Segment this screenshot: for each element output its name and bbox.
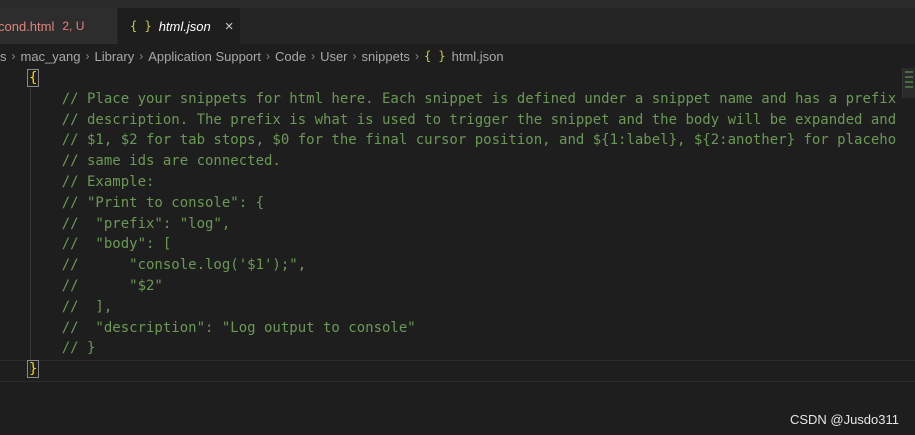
code-line: // ], [28, 298, 113, 315]
minimap-line [905, 76, 913, 78]
close-icon[interactable]: × [225, 18, 234, 35]
code-line: // "body": [ [28, 236, 172, 253]
code-line: { [26, 68, 896, 89]
minimap[interactable] [902, 68, 915, 98]
code-content[interactable]: { // Place your snippets for html here. … [26, 68, 897, 380]
code-line: // "Print to console": { [28, 194, 265, 211]
title-bar-strip [0, 0, 915, 8]
code-line: } [26, 359, 896, 380]
code-editor[interactable]: { // Place your snippets for html here. … [0, 68, 915, 435]
tab-cond-html[interactable]: cond.html 2, U [0, 8, 118, 44]
code-line: // same ids are connected. [28, 153, 281, 170]
minimap-line [905, 71, 913, 73]
tab-bar: cond.html 2, U { } html.json × [0, 8, 915, 44]
chevron-right-icon: › [85, 49, 90, 63]
bracket-match: } [26, 360, 40, 379]
code-line: // Example: [28, 173, 155, 190]
tab-label: cond.html [0, 18, 55, 34]
chevron-right-icon: › [11, 49, 16, 63]
code-line: // "description": "Log output to console… [28, 319, 416, 336]
chevron-right-icon: › [414, 49, 419, 63]
code-line: // "prefix": "log", [28, 215, 231, 232]
breadcrumb-item[interactable]: s [0, 49, 7, 64]
code-line: // "$2" [28, 277, 163, 294]
code-line: // description. The prefix is what is us… [28, 111, 897, 128]
json-file-icon: { } [130, 19, 152, 33]
breadcrumb-file[interactable]: html.json [452, 49, 504, 64]
breadcrumb-item[interactable]: snippets [362, 49, 410, 64]
breadcrumb-item[interactable]: mac_yang [21, 49, 81, 64]
code-line: // } [28, 340, 96, 357]
code-line: // $1, $2 for tab stops, $0 for the fina… [28, 132, 897, 149]
chevron-right-icon: › [352, 49, 357, 63]
breadcrumb-item[interactable]: Library [94, 49, 134, 64]
bracket-match: { [26, 69, 40, 87]
minimap-line [905, 81, 913, 83]
tab-html-json[interactable]: { } html.json × [118, 8, 240, 44]
code-line: // Place your snippets for html here. Ea… [28, 90, 897, 107]
breadcrumb-item[interactable]: Code [275, 49, 306, 64]
json-file-icon: { } [423, 49, 446, 63]
tab-status-badge: 2, U [62, 19, 85, 33]
code-line: // "console.log('$1');", [28, 257, 307, 274]
chevron-right-icon: › [311, 49, 316, 63]
breadcrumb: s › mac_yang › Library › Application Sup… [0, 44, 915, 68]
watermark: CSDN @Jusdo311 [789, 412, 899, 427]
tab-label: html.json [158, 18, 211, 34]
breadcrumb-item[interactable]: Application Support [148, 49, 261, 64]
chevron-right-icon: › [139, 49, 144, 63]
chevron-right-icon: › [265, 49, 270, 63]
breadcrumb-item[interactable]: User [320, 49, 347, 64]
minimap-line [905, 86, 913, 88]
